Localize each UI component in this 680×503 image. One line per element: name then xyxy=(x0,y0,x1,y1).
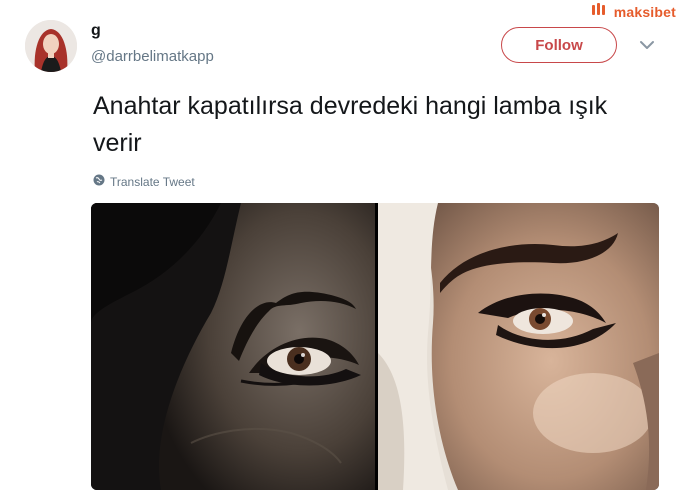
brand-logo-icon xyxy=(591,2,611,21)
globe-icon xyxy=(93,174,105,189)
tweet-media[interactable] xyxy=(91,203,659,490)
user-handle[interactable]: @darrbelimatkapp xyxy=(91,48,214,65)
tweet-text: Anahtar kapatılırsa devredeki hangi lamb… xyxy=(93,92,608,157)
chevron-down-icon[interactable] xyxy=(639,38,655,50)
watermark-text: maksibet xyxy=(613,3,676,20)
translate-tweet-link[interactable]: Translate Tweet xyxy=(93,174,195,189)
display-name[interactable]: g xyxy=(91,22,101,40)
watermark: maksibet xyxy=(591,2,676,21)
follow-button[interactable]: Follow xyxy=(501,27,617,63)
photo-left[interactable] xyxy=(91,203,375,490)
photo-right[interactable] xyxy=(378,203,659,490)
avatar[interactable] xyxy=(25,20,77,72)
translate-label: Translate Tweet xyxy=(110,174,195,189)
